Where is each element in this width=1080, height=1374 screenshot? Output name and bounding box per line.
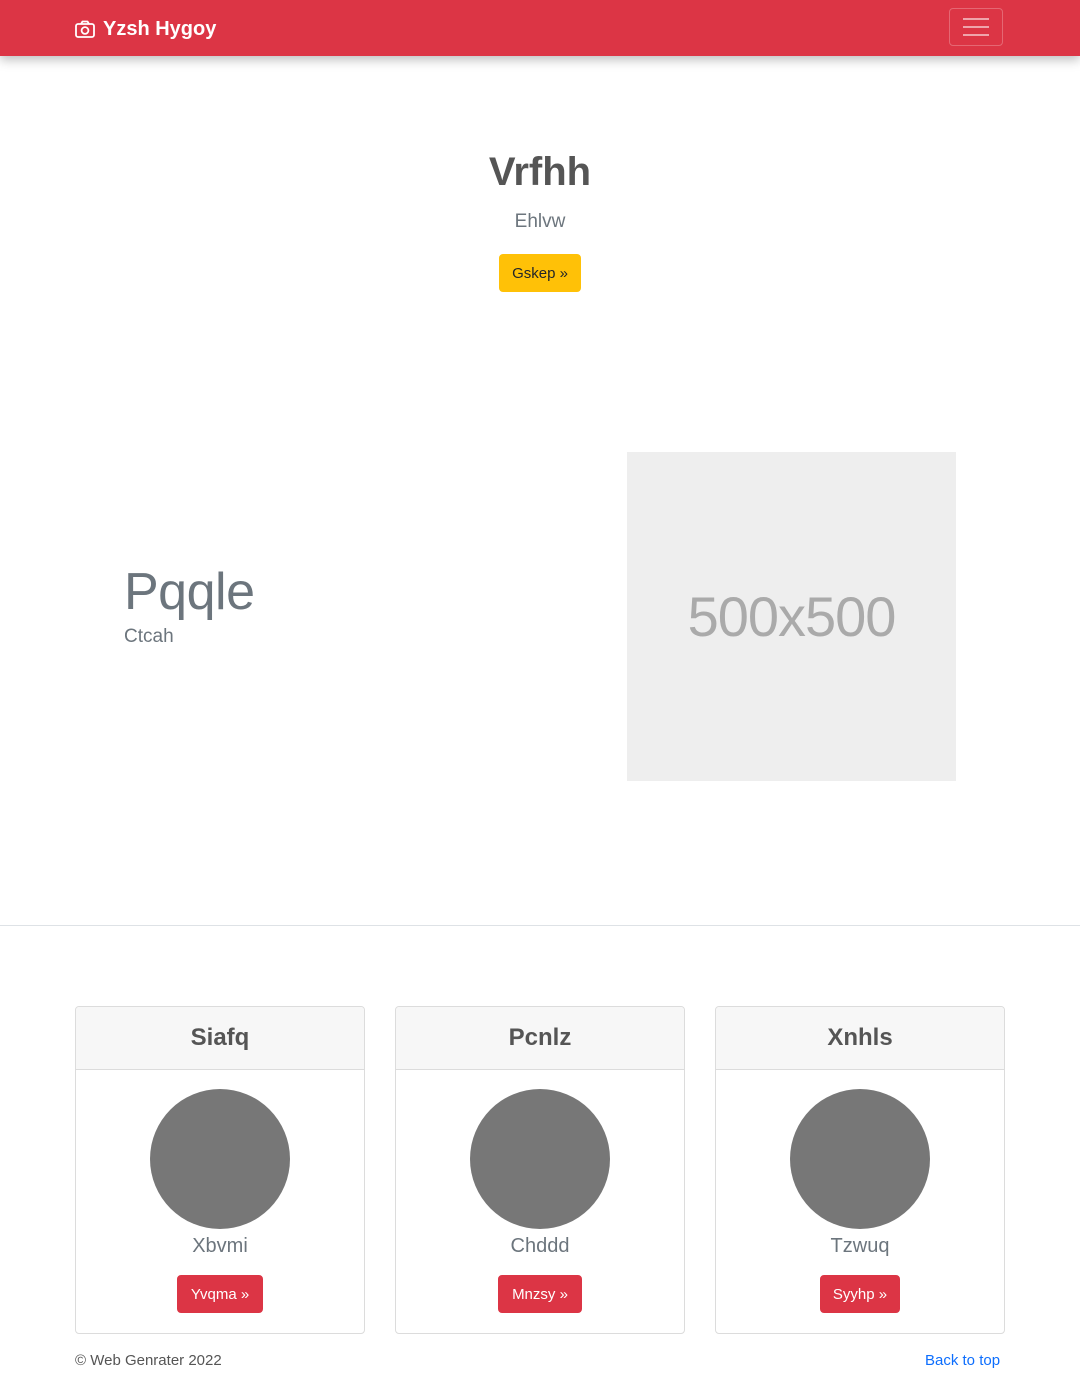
card-button[interactable]: Mnzsy » — [498, 1275, 582, 1313]
card-title: Siafq — [76, 1007, 364, 1070]
navbar: Yzsh Hygoy — [0, 0, 1080, 56]
feature-placeholder-image: 500x500 — [627, 452, 956, 781]
card-button[interactable]: Syyhp » — [820, 1275, 900, 1313]
hero-cta-button[interactable]: Gskep » — [499, 254, 581, 292]
hero-title: Vrfhh — [488, 150, 592, 194]
avatar — [470, 1089, 610, 1229]
card-title: Pcnlz — [396, 1007, 684, 1070]
card: Xnhls Tzwuq Syyhp » — [715, 1006, 1005, 1334]
card-title: Xnhls — [716, 1007, 1004, 1070]
footer-copyright: © Web Genrater 2022 — [75, 1352, 222, 1369]
navbar-toggler-button[interactable] — [949, 8, 1003, 46]
avatar — [790, 1089, 930, 1229]
camera-icon — [75, 20, 95, 38]
card: Siafq Xbvmi Yvqma » — [75, 1006, 365, 1334]
brand-name: Yzsh Hygoy — [103, 17, 217, 40]
hamburger-menu-icon-line-3 — [963, 34, 989, 36]
placeholder-image-label: 500x500 — [687, 585, 897, 648]
hamburger-menu-icon — [963, 18, 989, 20]
avatar — [150, 1089, 290, 1229]
card-text: Xbvmi — [192, 1235, 248, 1257]
feature-subtitle: Ctcah — [124, 626, 174, 647]
section-divider — [0, 925, 1080, 926]
hamburger-menu-icon-line-2 — [963, 26, 989, 28]
back-to-top-link[interactable]: Back to top — [925, 1352, 1000, 1369]
card-text: Chddd — [510, 1235, 570, 1257]
hero-subtitle: Ehlvw — [514, 211, 566, 232]
brand-link[interactable]: Yzsh Hygoy — [75, 15, 216, 43]
card-text: Tzwuq — [830, 1235, 890, 1257]
card-button[interactable]: Yvqma » — [177, 1275, 263, 1313]
feature-title: Pqqle — [124, 563, 255, 621]
card: Pcnlz Chddd Mnzsy » — [395, 1006, 685, 1334]
